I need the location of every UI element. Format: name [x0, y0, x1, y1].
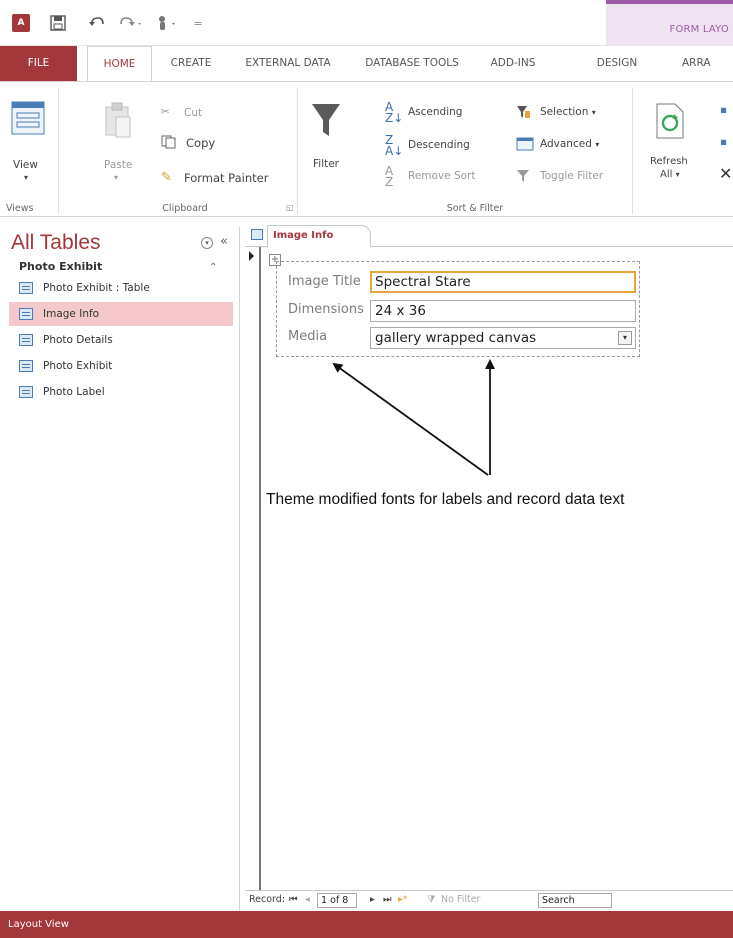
first-record-icon[interactable]: ⏮: [289, 894, 298, 905]
search-box[interactable]: Search: [538, 893, 612, 908]
callout-caption: Theme modified fonts for labels and reco…: [266, 491, 625, 508]
next-record-icon[interactable]: ▸: [370, 894, 375, 905]
status-bar: Layout View: [0, 911, 733, 938]
no-filter-icon: ⧩: [427, 894, 436, 905]
arrow-to-labels: [332, 362, 489, 476]
new-record-nav-icon[interactable]: ▸*: [398, 894, 408, 905]
record-navigation-bar: Record: ⏮ ◂ 1 of 8 ▸ ⏭ ▸* ⧩ No Filter Se…: [245, 890, 733, 910]
current-record-field[interactable]: 1 of 8: [317, 893, 357, 908]
filter-status[interactable]: No Filter: [441, 894, 480, 905]
record-label: Record:: [249, 894, 286, 905]
previous-record-icon[interactable]: ◂: [305, 894, 310, 905]
last-record-icon[interactable]: ⏭: [383, 894, 392, 905]
callout-arrows: [332, 359, 495, 476]
